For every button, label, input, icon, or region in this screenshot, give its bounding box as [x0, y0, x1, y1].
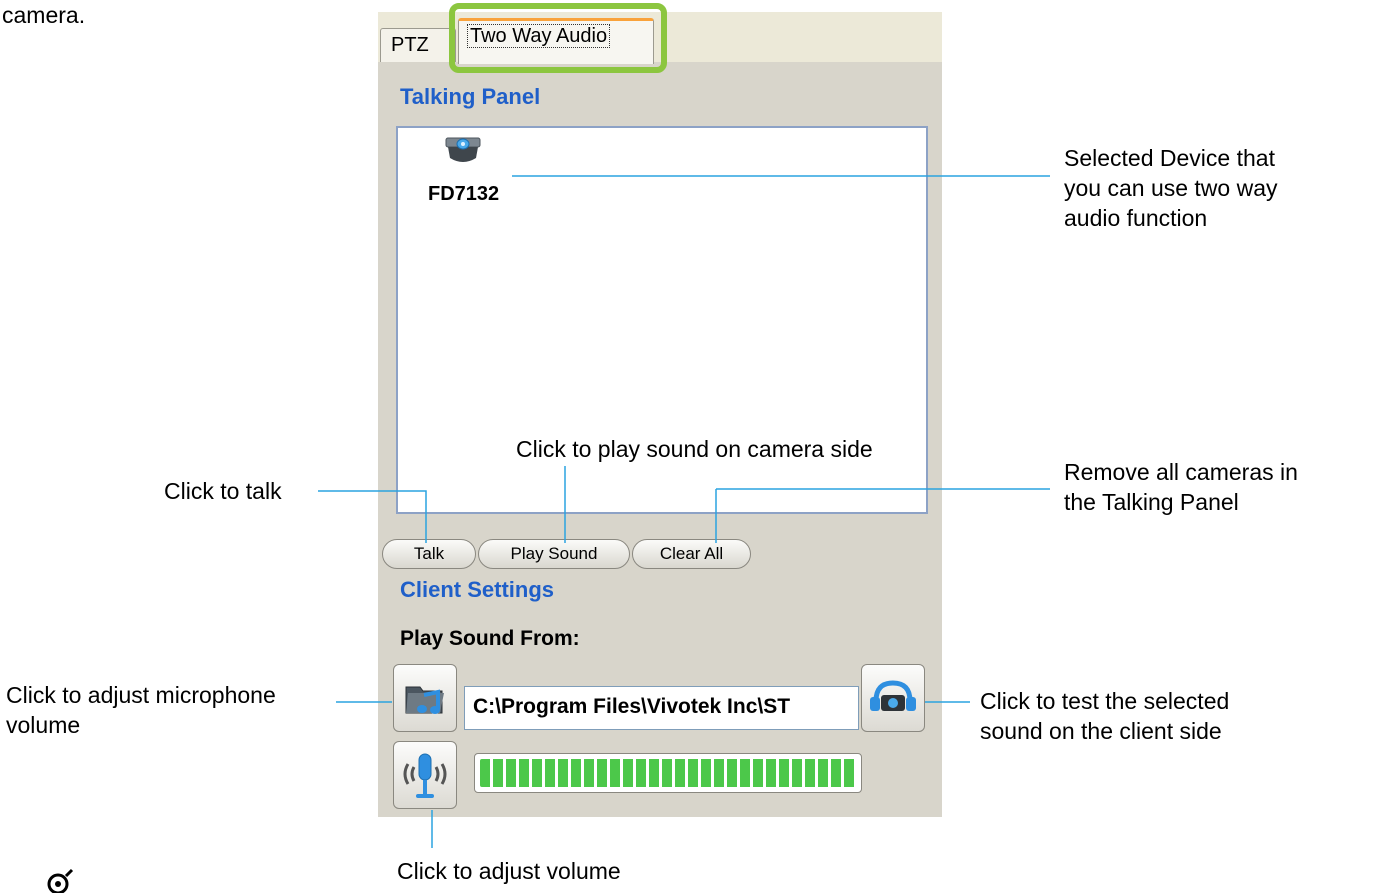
- tab-ptz-label: PTZ: [391, 34, 429, 56]
- callout-adjust-volume: Click to adjust volume: [397, 858, 621, 884]
- callout-remove-all-line1: Remove all cameras in: [1064, 459, 1298, 485]
- callout-test-sound-line1: Click to test the selected: [980, 688, 1230, 714]
- music-folder-icon: [405, 686, 444, 714]
- device-name[interactable]: FD7132: [428, 183, 499, 206]
- callout-talk: Click to talk: [164, 478, 282, 504]
- volume-level-bar[interactable]: [474, 753, 862, 793]
- callout-selected-device-line1: Selected Device that: [1064, 145, 1275, 171]
- client-settings-title: Client Settings: [400, 577, 555, 602]
- callout-remove-all: Remove all cameras in the Talking Panel: [1064, 457, 1298, 517]
- callout-selected-device-line2: you can use two way: [1064, 175, 1278, 201]
- play-sound-from-label: Play Sound From:: [400, 627, 580, 650]
- callout-test-sound-line2: sound on the client side: [980, 718, 1222, 744]
- callout-mic-volume-line1: Click to adjust microphone: [6, 682, 276, 708]
- microphone-volume-button[interactable]: [393, 741, 457, 809]
- clear-all-button[interactable]: Clear All: [632, 539, 751, 569]
- volume-level-fill: [480, 759, 856, 787]
- callout-mic-volume: Click to adjust microphone volume: [6, 680, 276, 740]
- talking-panel-title: Talking Panel: [400, 84, 541, 109]
- callout-mic-volume-line2: volume: [6, 712, 81, 738]
- headphone-camera-icon: [870, 680, 916, 711]
- play-sound-button[interactable]: Play Sound: [478, 539, 630, 569]
- sound-file-path-input[interactable]: C:\Program Files\Vivotek Inc\ST: [464, 686, 859, 730]
- browse-sound-button[interactable]: [393, 664, 457, 732]
- test-sound-button[interactable]: [861, 664, 925, 732]
- callout-selected-device-line3: audio function: [1064, 205, 1208, 231]
- tab-ptz[interactable]: PTZ: [380, 28, 456, 62]
- callout-remove-all-line2: the Talking Panel: [1064, 489, 1239, 515]
- tip-icon: [47, 868, 74, 893]
- intro-text: camera.: [2, 2, 86, 28]
- callout-play-sound: Click to play sound on camera side: [516, 436, 873, 462]
- microphone-icon: [403, 753, 447, 798]
- callout-selected-device: Selected Device that you can use two way…: [1064, 143, 1278, 233]
- camera-icon[interactable]: [444, 136, 484, 166]
- talk-button[interactable]: Talk: [382, 539, 476, 569]
- tab-highlight-frame: [449, 3, 667, 73]
- callout-test-sound: Click to test the selected sound on the …: [980, 686, 1229, 746]
